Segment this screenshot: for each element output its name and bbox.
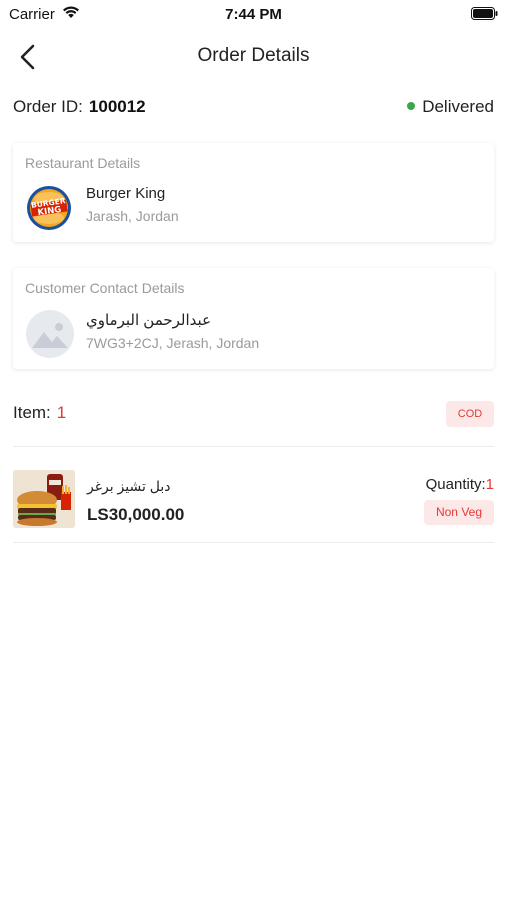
quantity-value: 1 bbox=[485, 476, 494, 493]
customer-name: عبدالرحمن البرماوي bbox=[86, 312, 212, 329]
product-price: LS30,000.00 bbox=[87, 505, 185, 524]
order-item: دبل تشيز برغر LS30,000.00 Quantity:1 Non… bbox=[13, 470, 494, 530]
page-title: Order Details bbox=[197, 45, 310, 66]
product-name: دبل تشيز برغر bbox=[87, 478, 171, 494]
restaurant-name: Burger King bbox=[86, 185, 166, 202]
quantity-label: Quantity: bbox=[425, 476, 486, 493]
product-image bbox=[13, 470, 75, 528]
battery-icon bbox=[471, 7, 498, 20]
restaurant-card: Restaurant Details BURGER KING Burger Ki… bbox=[13, 143, 494, 242]
image-placeholder-icon bbox=[32, 323, 68, 348]
order-status: Delivered bbox=[407, 97, 494, 117]
order-id-value: 100012 bbox=[88, 97, 146, 116]
diet-tag-badge: Non Veg bbox=[424, 500, 494, 525]
customer-address: 7WG3+2CJ, Jerash, Jordan bbox=[86, 335, 260, 351]
status-bar: Carrier 7:44 PM bbox=[0, 0, 507, 30]
divider bbox=[13, 446, 494, 447]
divider bbox=[13, 542, 494, 543]
customer-section-title: Customer Contact Details bbox=[25, 280, 185, 296]
items-label: Item: bbox=[13, 403, 51, 422]
product-quantity: Quantity:1 bbox=[426, 476, 494, 493]
burger-king-logo-icon: BURGER KING bbox=[27, 186, 71, 230]
clock: 7:44 PM bbox=[225, 6, 282, 23]
items-count: 1 bbox=[56, 403, 67, 422]
burger-meal-image-icon bbox=[13, 470, 75, 528]
payment-badge: COD bbox=[446, 401, 494, 427]
restaurant-section-title: Restaurant Details bbox=[25, 155, 141, 171]
order-id-row: Order ID: 100012 Delivered bbox=[13, 97, 494, 121]
restaurant-location: Jarash, Jordan bbox=[86, 208, 179, 224]
customer-card: Customer Contact Details عبدالرحمن البرم… bbox=[13, 268, 494, 369]
customer-avatar bbox=[26, 310, 74, 358]
status-dot-icon bbox=[407, 101, 416, 110]
order-id-label: Order ID: bbox=[13, 97, 83, 116]
items-summary-row: Item: 1 COD bbox=[13, 401, 494, 429]
nav-bar: Order Details bbox=[0, 30, 507, 84]
order-status-label: Delivered bbox=[422, 97, 494, 116]
